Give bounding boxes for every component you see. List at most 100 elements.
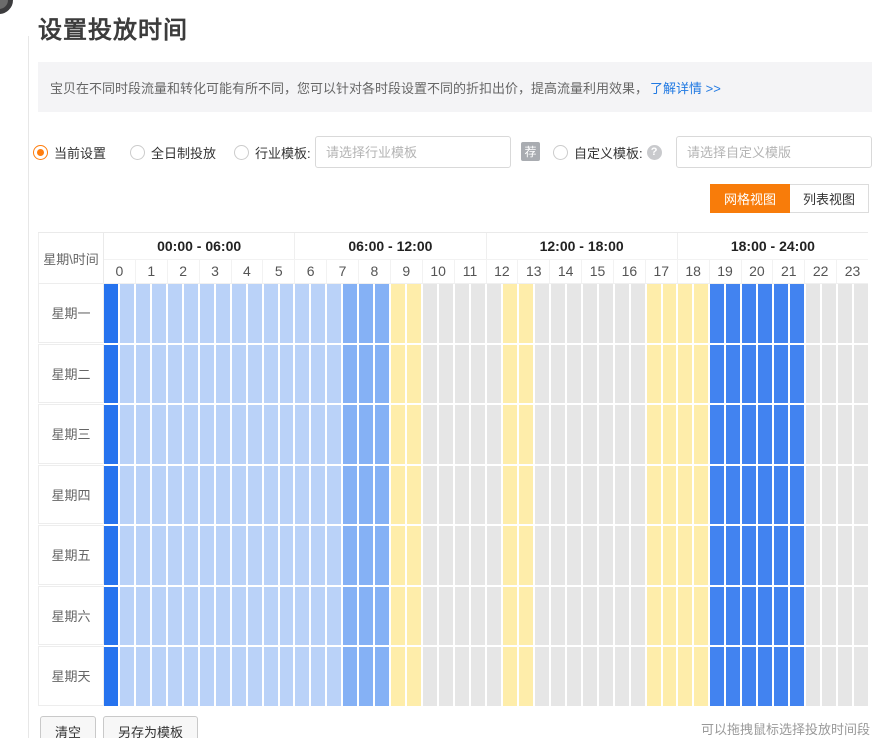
heat-cell[interactable]	[232, 345, 246, 404]
heat-cell[interactable]	[295, 284, 309, 343]
heat-cell[interactable]	[535, 587, 549, 646]
heat-cell[interactable]	[200, 466, 214, 525]
heat-cell[interactable]	[104, 466, 118, 525]
heat-cell[interactable]	[774, 647, 788, 706]
heat-cell[interactable]	[264, 405, 278, 464]
heat-cell[interactable]	[567, 647, 581, 706]
heat-cell[interactable]	[471, 284, 485, 343]
heat-cell[interactable]	[375, 466, 389, 525]
heat-cell[interactable]	[551, 284, 565, 343]
heat-cell[interactable]	[136, 587, 150, 646]
heat-cell[interactable]	[264, 647, 278, 706]
heat-cell[interactable]	[439, 345, 453, 404]
heat-cell[interactable]	[583, 284, 597, 343]
heat-cell[interactable]	[838, 587, 852, 646]
heat-cell[interactable]	[726, 647, 740, 706]
heat-cell[interactable]	[248, 345, 262, 404]
heat-cell[interactable]	[327, 284, 341, 343]
heat-cell[interactable]	[678, 284, 692, 343]
heat-cell[interactable]	[311, 466, 325, 525]
heat-cell[interactable]	[599, 345, 613, 404]
heat-cell[interactable]	[455, 284, 469, 343]
heat-cell[interactable]	[280, 526, 294, 585]
heat-cell[interactable]	[726, 526, 740, 585]
heat-cell[interactable]	[471, 466, 485, 525]
heat-cell[interactable]	[120, 284, 134, 343]
heat-cell[interactable]	[487, 466, 501, 525]
heat-cell[interactable]	[838, 405, 852, 464]
heat-cell[interactable]	[423, 284, 437, 343]
heat-cell[interactable]	[758, 345, 772, 404]
heat-cell[interactable]	[742, 587, 756, 646]
heat-cell[interactable]	[327, 466, 341, 525]
heat-cell[interactable]	[535, 526, 549, 585]
heat-cell[interactable]	[136, 526, 150, 585]
heat-cell[interactable]	[583, 526, 597, 585]
heat-cell[interactable]	[647, 526, 661, 585]
heat-cell[interactable]	[678, 647, 692, 706]
heat-cell[interactable]	[168, 587, 182, 646]
radio-current-settings[interactable]: 当前设置	[33, 135, 106, 169]
heat-cell[interactable]	[471, 345, 485, 404]
heat-cell[interactable]	[216, 466, 230, 525]
heat-cell[interactable]	[822, 405, 836, 464]
heat-cell[interactable]	[742, 526, 756, 585]
heat-cell[interactable]	[391, 466, 405, 525]
heat-cell[interactable]	[806, 526, 820, 585]
heat-cell[interactable]	[327, 526, 341, 585]
heat-cell[interactable]	[854, 587, 868, 646]
heat-cell[interactable]	[551, 345, 565, 404]
heat-cell[interactable]	[599, 526, 613, 585]
heat-cell[interactable]	[423, 647, 437, 706]
heat-cell[interactable]	[120, 345, 134, 404]
heat-cell[interactable]	[774, 345, 788, 404]
heat-cell[interactable]	[359, 587, 373, 646]
heat-cell[interactable]	[790, 526, 804, 585]
heat-cell[interactable]	[455, 405, 469, 464]
heat-cell[interactable]	[758, 466, 772, 525]
heat-cell[interactable]	[710, 647, 724, 706]
heat-cell[interactable]	[599, 405, 613, 464]
heat-cell[interactable]	[631, 466, 645, 525]
heat-cell[interactable]	[407, 405, 421, 464]
heat-cell[interactable]	[311, 405, 325, 464]
save-as-template-button[interactable]: 另存为模板	[103, 716, 198, 738]
heat-cell[interactable]	[726, 405, 740, 464]
industry-template-input[interactable]	[315, 136, 511, 168]
heat-cell[interactable]	[407, 284, 421, 343]
heat-cell[interactable]	[854, 647, 868, 706]
heat-cell[interactable]	[455, 466, 469, 525]
heat-cell[interactable]	[790, 345, 804, 404]
heat-cell[interactable]	[519, 345, 533, 404]
heat-cell[interactable]	[487, 587, 501, 646]
heat-cell[interactable]	[742, 405, 756, 464]
heat-cell[interactable]	[327, 647, 341, 706]
heat-cell[interactable]	[854, 466, 868, 525]
heat-cell[interactable]	[407, 526, 421, 585]
heat-cell[interactable]	[455, 345, 469, 404]
radio-industry-template[interactable]: 行业模板:	[234, 135, 311, 169]
heat-cell[interactable]	[423, 405, 437, 464]
heat-cell[interactable]	[232, 526, 246, 585]
heat-cell[interactable]	[200, 587, 214, 646]
heat-cell[interactable]	[152, 405, 166, 464]
heat-cell[interactable]	[264, 466, 278, 525]
heat-cell[interactable]	[343, 647, 357, 706]
heat-cell[interactable]	[567, 466, 581, 525]
heat-cell[interactable]	[216, 647, 230, 706]
heat-cell[interactable]	[311, 284, 325, 343]
heat-cell[interactable]	[295, 526, 309, 585]
heat-cell[interactable]	[391, 647, 405, 706]
heat-cell[interactable]	[200, 647, 214, 706]
heat-cell[interactable]	[567, 587, 581, 646]
heat-cell[interactable]	[216, 526, 230, 585]
heat-cell[interactable]	[806, 647, 820, 706]
heat-cell[interactable]	[535, 284, 549, 343]
heat-cell[interactable]	[280, 587, 294, 646]
heat-cell[interactable]	[615, 587, 629, 646]
heat-cell[interactable]	[822, 587, 836, 646]
heat-cell[interactable]	[790, 284, 804, 343]
heat-cell[interactable]	[710, 345, 724, 404]
heat-cell[interactable]	[184, 345, 198, 404]
heat-cell[interactable]	[822, 526, 836, 585]
